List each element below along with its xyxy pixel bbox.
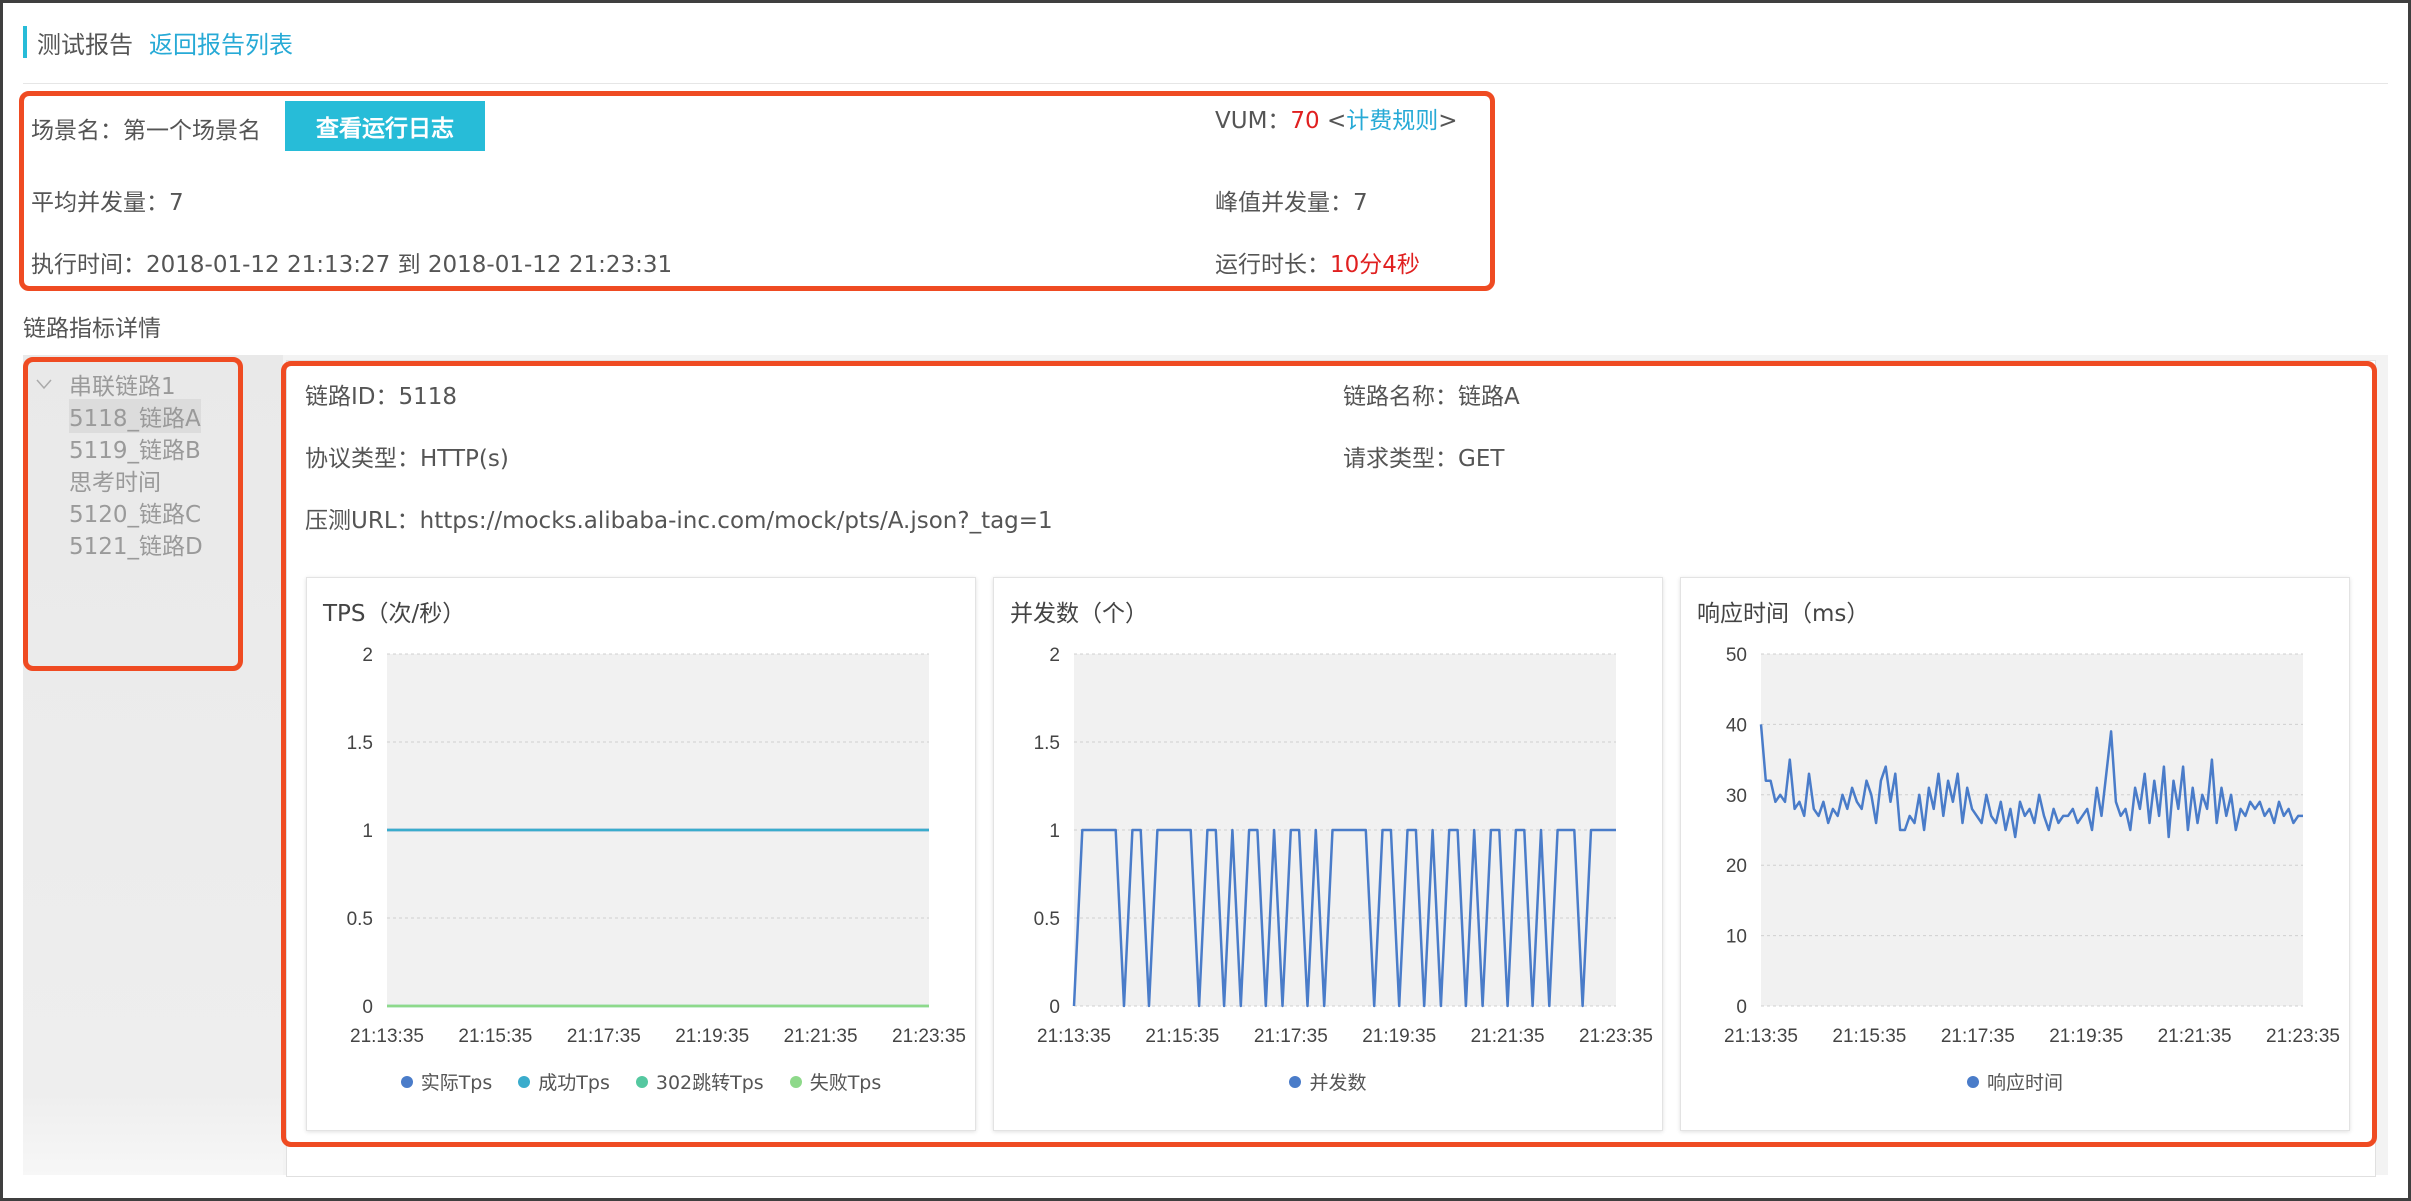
window-frame: 测试报告 返回报告列表 场景名：第一个场景名 查看运行日志 VUM：70 <计费…: [0, 0, 2411, 1201]
page-header: 测试报告 返回报告列表: [23, 23, 293, 61]
title-accent-bar: [23, 26, 27, 58]
tree-highlight-box: [23, 357, 243, 671]
detail-highlight-box: [281, 361, 2377, 1147]
summary-highlight-box: [19, 91, 1495, 291]
back-to-report-list-link[interactable]: 返回报告列表: [149, 25, 293, 60]
link-metrics-section-title: 链路指标详情: [23, 316, 161, 342]
header-divider: [23, 83, 2388, 84]
page-title: 测试报告: [37, 30, 133, 59]
